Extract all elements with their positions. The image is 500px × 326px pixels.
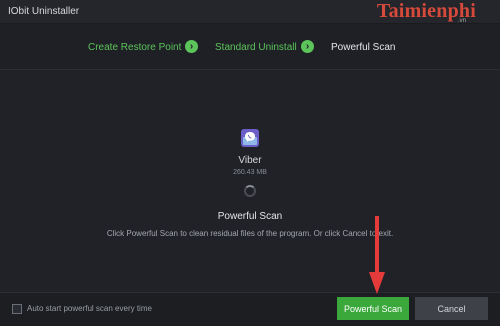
wizard-steps: Create Restore Point › Standard Uninstal… <box>0 24 500 70</box>
window-title: IObit Uninstaller <box>8 6 80 17</box>
auto-scan-checkbox[interactable] <box>12 304 22 314</box>
title-bar: IObit Uninstaller Taimienphi .vn <box>0 0 500 24</box>
chevron-right-icon: › <box>185 40 198 53</box>
cancel-button[interactable]: Cancel <box>415 297 488 320</box>
app-name: Viber <box>238 155 262 166</box>
loading-spinner-icon <box>244 185 256 197</box>
main-content: Viber 260.43 MB Powerful Scan Click Powe… <box>0 71 500 291</box>
auto-scan-label[interactable]: Auto start powerful scan every time <box>27 304 152 313</box>
scan-description: Click Powerful Scan to clean residual fi… <box>106 229 394 238</box>
annotation-arrow-icon <box>369 216 385 294</box>
step-standard-uninstall: Standard Uninstall <box>215 42 297 53</box>
step-create-restore-point: Create Restore Point <box>88 42 182 53</box>
app-size: 260.43 MB <box>233 169 267 176</box>
chevron-right-icon: › <box>301 40 314 53</box>
viber-icon <box>241 129 259 147</box>
powerful-scan-button[interactable]: Powerful Scan <box>337 297 409 320</box>
footer-bar: Auto start powerful scan every time Powe… <box>0 292 500 326</box>
step-powerful-scan: Powerful Scan <box>331 42 396 53</box>
scan-heading: Powerful Scan <box>217 211 283 222</box>
